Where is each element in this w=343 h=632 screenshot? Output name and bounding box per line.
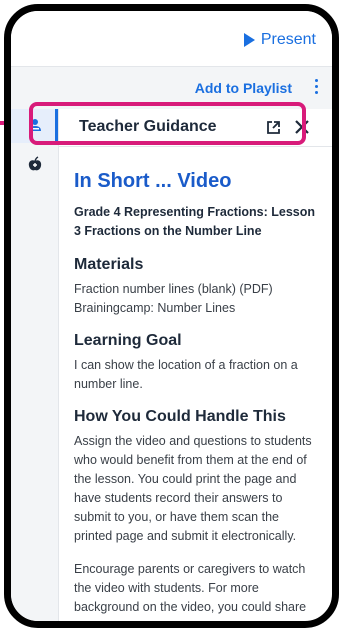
materials-item: Brainingcamp: Number Lines: [74, 301, 236, 315]
content-subtitle: Grade 4 Representing Fractions: Lesson 3…: [74, 205, 316, 238]
content-title: In Short ... Video: [74, 170, 232, 192]
guidance-content: In Short ... Video Grade 4 Representing …: [74, 170, 320, 617]
handle-heading: How You Could Handle This: [74, 408, 286, 425]
materials-heading: Materials: [74, 256, 144, 273]
rail-item-teacher-guidance[interactable]: [11, 109, 58, 143]
materials-section: Materials Fraction number lines (blank) …: [74, 256, 320, 318]
handle-paragraph: Assign the video and questions to studen…: [74, 434, 312, 543]
panel-header: Teacher Guidance: [59, 109, 332, 147]
learning-goal-heading: Learning Goal: [74, 332, 182, 349]
learning-goal-text: I can show the location of a fraction on…: [74, 358, 298, 391]
handle-paragraph: Encourage parents or caregivers to watch…: [74, 562, 307, 614]
present-button[interactable]: Present: [243, 31, 316, 49]
close-icon[interactable]: [293, 118, 311, 136]
handle-section: How You Could Handle This Assign the vid…: [74, 408, 320, 617]
learning-goal-section: Learning Goal I can show the location of…: [74, 332, 320, 394]
add-to-playlist-button[interactable]: Add to Playlist: [195, 80, 292, 96]
open-external-icon[interactable]: [266, 120, 281, 135]
apple-icon[interactable]: [27, 156, 43, 172]
materials-item: Fraction number lines (blank) (PDF): [74, 282, 273, 296]
panel-title: Teacher Guidance: [79, 118, 217, 135]
side-rail: [11, 109, 59, 621]
teacher-icon: [29, 119, 41, 131]
more-options-icon[interactable]: [315, 79, 318, 94]
present-label: Present: [260, 31, 316, 48]
toolbar: Add to Playlist: [11, 67, 332, 109]
play-icon: [243, 33, 255, 47]
top-bar: Present: [11, 11, 332, 67]
